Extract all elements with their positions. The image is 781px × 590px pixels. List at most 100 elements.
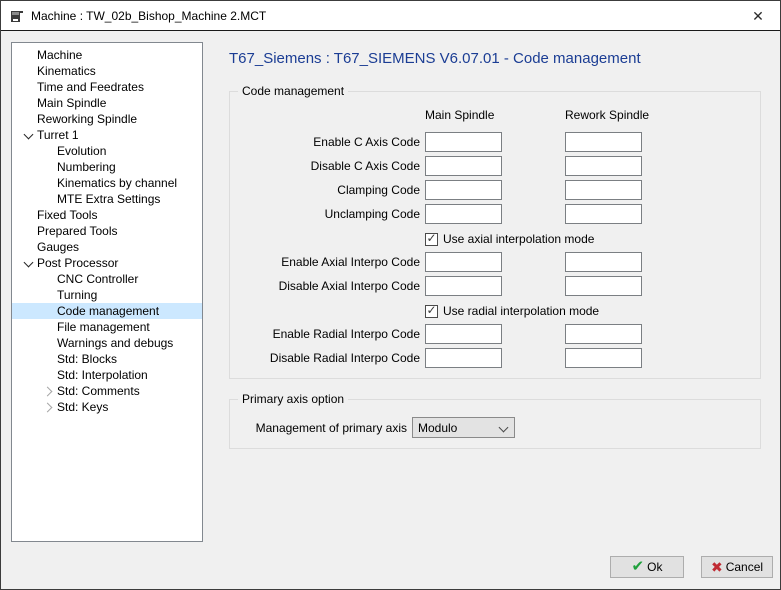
disable-radial-interpo-main-input[interactable]: [425, 348, 502, 368]
tree-item-label: Evolution: [57, 143, 106, 159]
chevron-spacer: [22, 207, 37, 223]
cancel-button-label: Cancel: [726, 560, 763, 574]
tree-item-post-processor[interactable]: Post Processor: [12, 255, 202, 271]
close-icon[interactable]: ✕: [746, 5, 770, 27]
settings-tree: Machine Kinematics Time and Feedrates Ma…: [11, 42, 203, 542]
tree-item-label: Std: Blocks: [57, 351, 117, 367]
column-header-main-spindle: Main Spindle: [425, 108, 494, 122]
tree-item-file-management[interactable]: File management: [12, 319, 202, 335]
primary-axis-select[interactable]: Modulo: [412, 417, 515, 438]
groupbox-title: Primary axis option: [238, 392, 348, 406]
tree-item-label: Time and Feedrates: [37, 79, 144, 95]
row-enable-radial-interpo-code: Enable Radial Interpo Code: [230, 324, 760, 344]
disable-axial-interpo-main-input[interactable]: [425, 276, 502, 296]
chevron-down-icon[interactable]: [22, 127, 37, 143]
field-label: Clamping Code: [230, 180, 420, 200]
disable-c-axis-main-input[interactable]: [425, 156, 502, 176]
tree-item-mte-extra-settings[interactable]: MTE Extra Settings: [12, 191, 202, 207]
groupbox-title: Code management: [238, 84, 348, 98]
tree-item-main-spindle[interactable]: Main Spindle: [12, 95, 202, 111]
clamping-main-input[interactable]: [425, 180, 502, 200]
primary-axis-groupbox: Primary axis option Management of primar…: [229, 399, 761, 449]
disable-axial-interpo-rework-input[interactable]: [565, 276, 642, 296]
tree-item-gauges[interactable]: Gauges: [12, 239, 202, 255]
disable-c-axis-rework-input[interactable]: [565, 156, 642, 176]
tree-item-warnings-and-debugs[interactable]: Warnings and debugs: [12, 335, 202, 351]
tree-item-std-blocks[interactable]: Std: Blocks: [12, 351, 202, 367]
clamping-rework-input[interactable]: [565, 180, 642, 200]
check-icon: ✔: [632, 560, 645, 574]
tree-item-time-and-feedrates[interactable]: Time and Feedrates: [12, 79, 202, 95]
field-label: Disable Radial Interpo Code: [230, 348, 420, 368]
enable-axial-interpo-rework-input[interactable]: [565, 252, 642, 272]
column-header-rework-spindle: Rework Spindle: [565, 108, 649, 122]
radial-interpolation-checkbox[interactable]: ✓: [425, 305, 438, 318]
disable-radial-interpo-rework-input[interactable]: [565, 348, 642, 368]
chevron-spacer: [22, 63, 37, 79]
row-enable-axial-interpo-code: Enable Axial Interpo Code: [230, 252, 760, 272]
tree-item-machine[interactable]: Machine: [12, 47, 202, 63]
enable-c-axis-rework-input[interactable]: [565, 132, 642, 152]
checkbox-label: Use radial interpolation mode: [443, 304, 599, 318]
tree-item-label: Reworking Spindle: [37, 111, 137, 127]
tree-item-kinematics-by-channel[interactable]: Kinematics by channel: [12, 175, 202, 191]
tree-item-kinematics[interactable]: Kinematics: [12, 63, 202, 79]
row-disable-radial-interpo-code: Disable Radial Interpo Code: [230, 348, 760, 368]
combo-selected-value: Modulo: [413, 421, 496, 435]
chevron-right-icon[interactable]: [42, 399, 57, 415]
ok-button-label: Ok: [647, 560, 662, 574]
tree-item-label: CNC Controller: [57, 271, 138, 287]
tree-item-numbering[interactable]: Numbering: [12, 159, 202, 175]
axial-interpolation-checkbox[interactable]: ✓: [425, 233, 438, 246]
chevron-spacer: [42, 271, 57, 287]
chevron-spacer: [42, 159, 57, 175]
page-title: T67_Siemens : T67_SIEMENS V6.07.01 - Cod…: [229, 50, 641, 67]
row-disable-axial-interpo-code: Disable Axial Interpo Code: [230, 276, 760, 296]
tree-item-cnc-controller[interactable]: CNC Controller: [12, 271, 202, 287]
ok-button[interactable]: ✔ Ok: [610, 556, 684, 578]
unclamping-rework-input[interactable]: [565, 204, 642, 224]
tree-item-turret-1[interactable]: Turret 1: [12, 127, 202, 143]
cancel-button[interactable]: ✖ Cancel: [701, 556, 773, 578]
row-disable-c-axis-code: Disable C Axis Code: [230, 156, 760, 176]
row-clamping-code: Clamping Code: [230, 180, 760, 200]
chevron-down-icon[interactable]: [22, 255, 37, 271]
tree-item-std-comments[interactable]: Std: Comments: [12, 383, 202, 399]
tree-item-prepared-tools[interactable]: Prepared Tools: [12, 223, 202, 239]
tree-item-label: Std: Interpolation: [57, 367, 148, 383]
chevron-spacer: [42, 319, 57, 335]
chevron-spacer: [22, 111, 37, 127]
tree-item-evolution[interactable]: Evolution: [12, 143, 202, 159]
tree-item-reworking-spindle[interactable]: Reworking Spindle: [12, 111, 202, 127]
tree-item-label: Std: Keys: [57, 399, 108, 415]
code-management-groupbox: Code management Main Spindle Rework Spin…: [229, 91, 761, 379]
chevron-right-icon[interactable]: [42, 383, 57, 399]
tree-item-label: Turret 1: [37, 127, 79, 143]
tree-item-label: Fixed Tools: [37, 207, 97, 223]
window-title: Machine : TW_02b_Bishop_Machine 2.MCT: [31, 9, 266, 23]
tree-item-label: Post Processor: [37, 255, 118, 271]
tree-item-fixed-tools[interactable]: Fixed Tools: [12, 207, 202, 223]
field-label: Disable Axial Interpo Code: [230, 276, 420, 296]
chevron-spacer: [22, 95, 37, 111]
field-label: Enable Radial Interpo Code: [230, 324, 420, 344]
field-label: Disable C Axis Code: [230, 156, 420, 176]
machine-settings-dialog: Machine : TW_02b_Bishop_Machine 2.MCT ✕ …: [0, 0, 781, 590]
tree-item-turning[interactable]: Turning: [12, 287, 202, 303]
tree-item-label: Main Spindle: [37, 95, 106, 111]
tree-item-label: Numbering: [57, 159, 116, 175]
enable-radial-interpo-main-input[interactable]: [425, 324, 502, 344]
axial-interpolation-row: ✓ Use axial interpolation mode: [425, 231, 594, 247]
tree-item-label: Kinematics: [37, 63, 96, 79]
tree-item-std-keys[interactable]: Std: Keys: [12, 399, 202, 415]
tree-item-code-management[interactable]: Code management: [12, 303, 202, 319]
enable-radial-interpo-rework-input[interactable]: [565, 324, 642, 344]
unclamping-main-input[interactable]: [425, 204, 502, 224]
tree-item-label: Machine: [37, 47, 82, 63]
row-unclamping-code: Unclamping Code: [230, 204, 760, 224]
enable-axial-interpo-main-input[interactable]: [425, 252, 502, 272]
field-label: Enable Axial Interpo Code: [230, 252, 420, 272]
enable-c-axis-main-input[interactable]: [425, 132, 502, 152]
tree-item-label: Prepared Tools: [37, 223, 118, 239]
tree-item-std-interpolation[interactable]: Std: Interpolation: [12, 367, 202, 383]
